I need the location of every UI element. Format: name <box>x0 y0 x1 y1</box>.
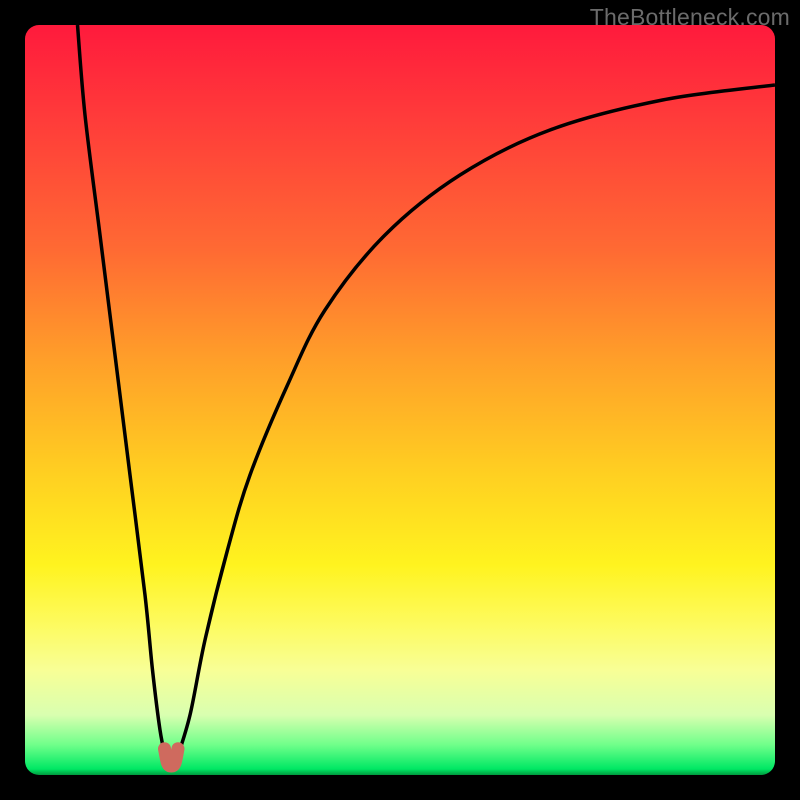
plot-area <box>25 25 775 775</box>
watermark-text: TheBottleneck.com <box>590 4 790 31</box>
figure-frame: TheBottleneck.com <box>0 0 800 800</box>
heat-gradient-background <box>25 25 775 775</box>
